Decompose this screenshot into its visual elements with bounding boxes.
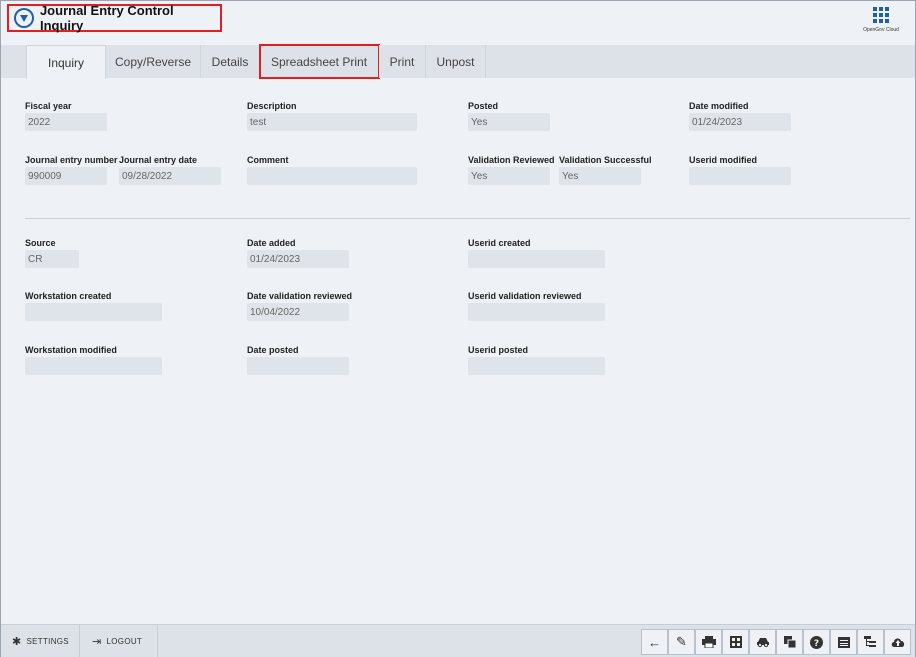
userid-modified-field — [689, 167, 791, 185]
action-toolbar: ← ✎ ? — [641, 629, 911, 655]
date-validation-reviewed-field: 10/04/2022 — [247, 303, 349, 321]
page-title: Journal Entry Control Inquiry — [39, 3, 174, 33]
workstation-created-field — [25, 303, 162, 321]
userid-created-field — [468, 250, 605, 268]
journal-entry-number-field: 990009 — [25, 167, 107, 185]
footer-separator — [79, 625, 80, 657]
userid-posted-field — [468, 357, 605, 375]
tab-unpost[interactable]: Unpost — [426, 45, 486, 78]
footer-separator — [157, 625, 158, 657]
fiscal-year-label: Fiscal year — [25, 101, 72, 111]
date-added-field: 01/24/2023 — [247, 250, 349, 268]
svg-text:?: ? — [814, 639, 819, 649]
apps-label: OpenGov Cloud — [863, 27, 899, 33]
workstation-modified-field — [25, 357, 162, 375]
header: Journal Entry Control Inquiry OpenGov Cl… — [1, 1, 915, 45]
tab-copy-reverse[interactable]: Copy/Reverse — [106, 45, 201, 78]
description-field: test — [247, 113, 417, 131]
userid-created-label: Userid created — [468, 238, 531, 248]
help-icon[interactable]: ? — [803, 629, 830, 655]
date-added-label: Date added — [247, 238, 296, 248]
apps-menu-button[interactable]: OpenGov Cloud — [861, 7, 901, 33]
date-posted-label: Date posted — [247, 345, 299, 355]
validation-reviewed-label: Validation Reviewed — [468, 155, 555, 165]
date-validation-reviewed-label: Date validation reviewed — [247, 291, 353, 301]
section-divider — [25, 218, 910, 219]
comment-field — [247, 167, 417, 185]
logout-icon: ⇥ — [92, 635, 102, 648]
source-label: Source — [25, 238, 56, 248]
opengov-logo-icon[interactable] — [14, 8, 34, 28]
tab-bar: Inquiry Copy/Reverse Details Spreadsheet… — [1, 44, 915, 79]
tab-spreadsheet-print[interactable]: Spreadsheet Print — [259, 44, 380, 79]
validation-reviewed-field: Yes — [468, 167, 550, 185]
fiscal-year-field: 2022 — [25, 113, 107, 131]
gear-icon: ✱ — [12, 635, 22, 648]
source-field: CR — [25, 250, 79, 268]
copy-pages-icon[interactable] — [776, 629, 803, 655]
workstation-created-label: Workstation created — [25, 291, 112, 301]
tab-inquiry[interactable]: Inquiry — [26, 45, 106, 79]
userid-validation-reviewed-field — [468, 303, 605, 321]
logout-label: LOGOUT — [106, 636, 143, 646]
posted-label: Posted — [468, 101, 499, 111]
date-modified-label: Date modified — [689, 101, 749, 111]
cloud-upload-icon[interactable] — [884, 629, 911, 655]
userid-posted-label: Userid posted — [468, 345, 529, 355]
edit-pencil-icon[interactable]: ✎ — [668, 629, 695, 655]
apps-grid-icon — [861, 7, 901, 23]
title-highlight-box: Journal Entry Control Inquiry — [7, 3, 222, 33]
description-label: Description — [247, 101, 297, 111]
car-icon[interactable] — [749, 629, 776, 655]
app-window: Journal Entry Control Inquiry OpenGov Cl… — [0, 0, 916, 657]
tab-details[interactable]: Details — [201, 45, 260, 78]
logout-button[interactable]: ⇥ LOGOUT — [92, 625, 142, 657]
settings-button[interactable]: ✱ SETTINGS — [12, 625, 69, 657]
hierarchy-icon[interactable] — [857, 629, 884, 655]
settings-label: SETTINGS — [26, 636, 69, 646]
bottom-bar: ✱ SETTINGS ⇥ LOGOUT ← ✎ ? — [1, 624, 915, 657]
posted-field: Yes — [468, 113, 550, 131]
workstation-modified-label: Workstation modified — [25, 345, 117, 355]
journal-entry-number-label: Journal entry number — [25, 155, 118, 165]
tab-print[interactable]: Print — [379, 45, 426, 78]
back-arrow-icon[interactable]: ← — [641, 629, 668, 655]
comment-label: Comment — [247, 155, 289, 165]
calendar-icon[interactable] — [830, 629, 857, 655]
date-modified-field: 01/24/2023 — [689, 113, 791, 131]
validation-successful-field: Yes — [559, 167, 641, 185]
validation-successful-label: Validation Successful — [559, 155, 652, 165]
print-icon[interactable] — [695, 629, 722, 655]
calculator-icon[interactable] — [722, 629, 749, 655]
userid-modified-label: Userid modified — [689, 155, 758, 165]
date-posted-field — [247, 357, 349, 375]
userid-validation-reviewed-label: Userid validation reviewed — [468, 291, 582, 301]
journal-entry-date-field: 09/28/2022 — [119, 167, 221, 185]
journal-entry-date-label: Journal entry date — [119, 155, 198, 165]
